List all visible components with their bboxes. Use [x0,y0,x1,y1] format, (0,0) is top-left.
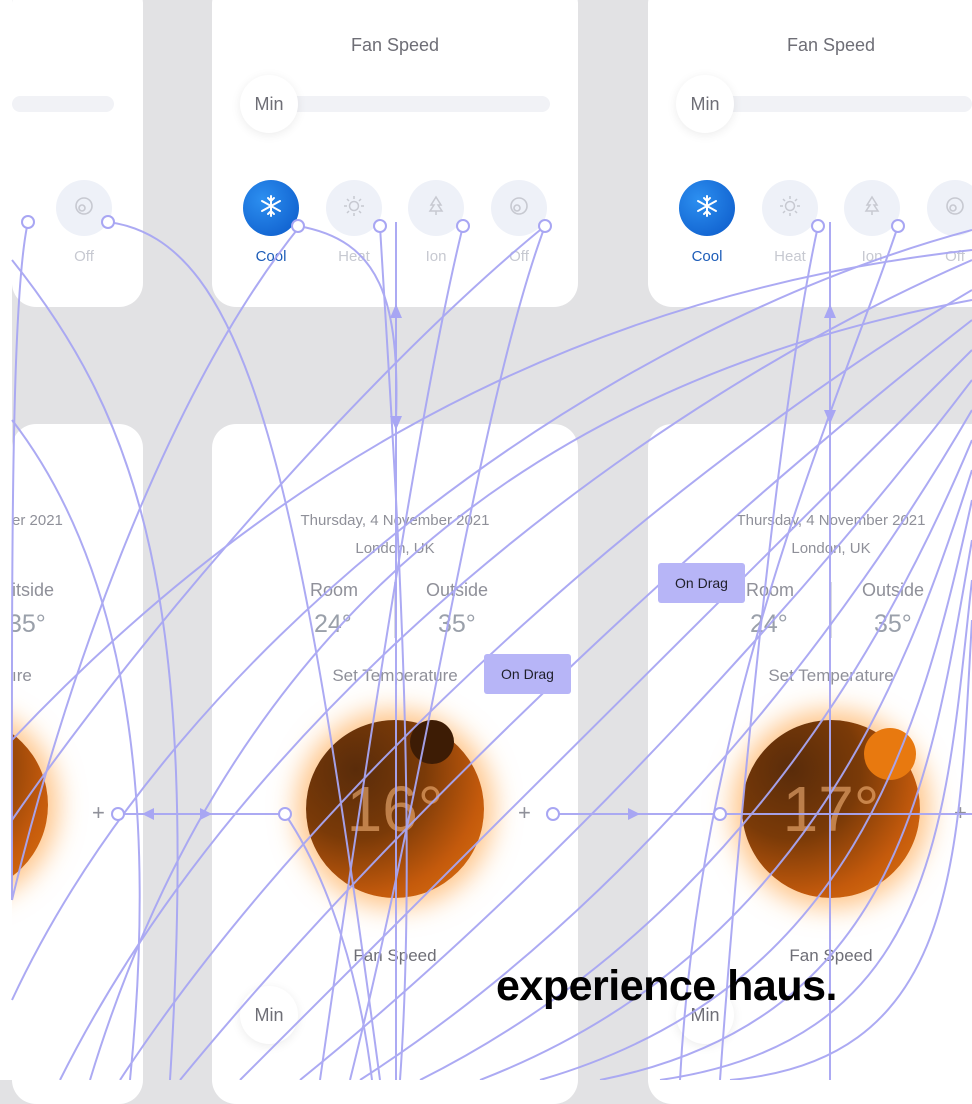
on-drag-trigger-tag: On Drag [658,563,745,603]
brand-wordmark: experience haus. [496,962,837,1010]
prototype-connection-overlay [10,215,972,1080]
on-drag-trigger-tag: On Drag [484,654,571,694]
